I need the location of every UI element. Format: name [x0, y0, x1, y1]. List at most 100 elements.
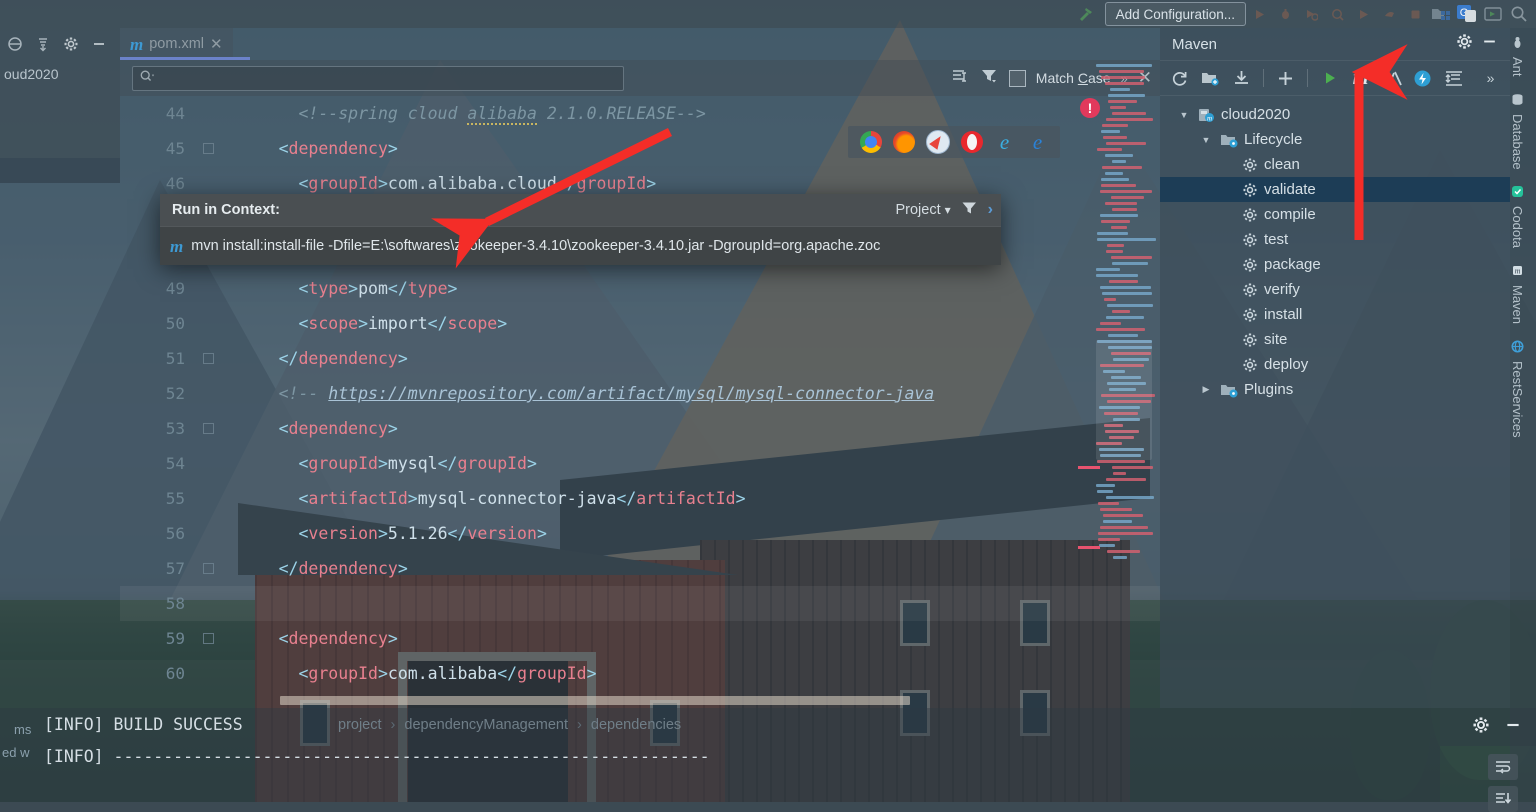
run-in-context-item[interactable]: m mvn install:install-file -Dfile=E:\sof…	[160, 226, 1001, 265]
expand-select-icon[interactable]	[30, 32, 56, 56]
tool-window-tab-ant[interactable]: Ant	[1510, 28, 1525, 85]
maven-tree-item-deploy[interactable]: deploy	[1160, 352, 1510, 377]
minimap-code-bar	[1112, 466, 1154, 469]
maven-tree-item-label: install	[1264, 306, 1303, 323]
minimap-code-bar	[1103, 136, 1128, 139]
fold-marker-icon[interactable]	[202, 143, 214, 154]
maven-tree-item-compile[interactable]: compile	[1160, 202, 1510, 227]
minimap-code-bar	[1100, 286, 1151, 289]
minimize-icon[interactable]	[86, 32, 112, 56]
maven-tree-item-install[interactable]: install	[1160, 302, 1510, 327]
download-sources-icon[interactable]	[1228, 65, 1255, 91]
code-editor[interactable]: 44 <!--spring cloud alibaba 2.1.0.RELEAS…	[120, 96, 1160, 696]
run-icon[interactable]	[1316, 65, 1343, 91]
profile-icon[interactable]	[1324, 3, 1350, 25]
run-console-output[interactable]: [INFO] BUILD SUCCESS [INFO] ------------…	[0, 708, 1440, 802]
filter-icon[interactable]	[961, 200, 978, 221]
execute-maven-goal-icon[interactable]: m	[1347, 65, 1374, 91]
minimap-code-bar	[1101, 76, 1146, 79]
minimize-icon[interactable]	[1481, 33, 1504, 55]
code-url-link[interactable]: https://mvnrepository.com/artifact/mysql…	[328, 384, 934, 403]
generate-sources-icon[interactable]	[1197, 65, 1224, 91]
gear-icon[interactable]	[58, 32, 84, 56]
expand-all-icon[interactable]	[1440, 65, 1467, 91]
maven-tree-item-validate[interactable]: validate	[1160, 177, 1510, 202]
run-with-coverage-icon[interactable]	[1298, 3, 1324, 25]
add-configuration-button[interactable]: Add Configuration...	[1104, 2, 1246, 26]
tool-window-tab-codota[interactable]: Codota	[1510, 177, 1525, 256]
stop-icon[interactable]	[1402, 3, 1428, 25]
attach-icon[interactable]	[1376, 3, 1402, 25]
maven-tree-item-plugins[interactable]: ▶ Plugins	[1160, 377, 1510, 402]
soft-wrap-icon[interactable]	[1488, 754, 1518, 780]
editor-horizontal-scrollbar[interactable]	[280, 696, 910, 705]
chevron-right-icon[interactable]: ›	[988, 201, 993, 219]
match-case-checkbox[interactable]	[1008, 69, 1026, 87]
maven-tree-item-lifecycle[interactable]: ▼ Lifecycle	[1160, 127, 1510, 152]
scope-selector[interactable]: Project ▾	[895, 202, 950, 218]
internet-explorer-icon[interactable]: e	[994, 131, 1016, 153]
tool-window-tab-maven[interactable]: m Maven	[1510, 256, 1525, 332]
fold-column[interactable]	[197, 143, 219, 154]
reimport-icon[interactable]	[1166, 65, 1193, 91]
add-maven-project-icon[interactable]	[1272, 65, 1299, 91]
collapse-all-icon[interactable]	[2, 32, 28, 56]
fold-marker-icon[interactable]	[202, 353, 214, 364]
run-in-context-popup: Run in Context: Project ▾ › m mvn instal…	[160, 194, 1001, 265]
toggle-skip-tests-icon[interactable]	[1378, 65, 1405, 91]
fold-column[interactable]	[197, 423, 219, 434]
chevron-right-icon[interactable]: ▶	[1198, 384, 1214, 395]
lifecycle-folder-icon	[1220, 132, 1238, 148]
fold-marker-icon[interactable]	[202, 633, 214, 644]
maven-tree-item-package[interactable]: package	[1160, 252, 1510, 277]
fold-column[interactable]	[197, 563, 219, 574]
minimap-error-marker[interactable]	[1078, 546, 1100, 549]
filter-icon[interactable]	[980, 67, 999, 89]
chrome-icon[interactable]	[859, 131, 882, 153]
fold-column[interactable]	[197, 353, 219, 364]
edge-icon[interactable]: e	[1027, 131, 1049, 153]
gear-icon[interactable]	[1456, 33, 1473, 55]
maven-tree-item-clean[interactable]: clean	[1160, 152, 1510, 177]
chevron-down-icon[interactable]: ▼	[1176, 110, 1192, 120]
minimap-error-marker[interactable]	[1078, 466, 1100, 469]
fold-column[interactable]	[197, 633, 219, 644]
search-everywhere-icon[interactable]: G	[1454, 3, 1480, 25]
opera-icon[interactable]	[960, 131, 983, 153]
more-chevrons-icon[interactable]: »	[1477, 65, 1504, 91]
minimize-icon[interactable]	[1504, 716, 1522, 739]
close-tab-icon[interactable]: ✕	[210, 35, 223, 53]
debug-icon[interactable]	[1272, 3, 1298, 25]
magnifier-icon[interactable]	[1506, 3, 1532, 25]
maven-tree-item-site[interactable]: site	[1160, 327, 1510, 352]
run-anything-icon[interactable]	[1350, 3, 1376, 25]
scroll-to-end-icon[interactable]	[1488, 786, 1518, 812]
fold-marker-icon[interactable]	[202, 563, 214, 574]
filter-lines-icon[interactable]	[951, 67, 970, 89]
run-dashboard-icon[interactable]	[1480, 3, 1506, 25]
build-hammer-icon[interactable]	[1073, 3, 1099, 25]
maven-projects-tree[interactable]: ▼ m cloud2020 ▼ Lifecycle clean validate compil…	[1160, 96, 1510, 402]
minimap-code-bar	[1108, 334, 1138, 337]
search-input[interactable]	[132, 65, 624, 91]
minimap-viewport-thumb[interactable]	[1096, 340, 1152, 460]
code-minimap[interactable]	[1096, 60, 1160, 670]
run-icon[interactable]	[1246, 3, 1272, 25]
offline-mode-icon[interactable]	[1409, 65, 1436, 91]
firefox-icon[interactable]	[892, 131, 915, 153]
maven-tree-item-verify[interactable]: verify	[1160, 277, 1510, 302]
project-structure-icon[interactable]	[1428, 3, 1454, 25]
fold-marker-icon[interactable]	[202, 423, 214, 434]
tool-window-tab-database[interactable]: Database	[1510, 85, 1525, 178]
gear-icon[interactable]	[1472, 716, 1490, 739]
code-line: 51 </dependency>	[120, 341, 1160, 376]
chevron-down-icon[interactable]: ▼	[1198, 135, 1214, 145]
maven-tree-item-cloud2020[interactable]: ▼ m cloud2020	[1160, 102, 1510, 127]
tool-window-tab-restservices[interactable]: RestServices	[1510, 332, 1525, 446]
svg-text:m: m	[1515, 267, 1521, 276]
editor-tab-pom-xml[interactable]: m pom.xml ✕	[120, 28, 250, 60]
safari-icon[interactable]	[925, 130, 950, 154]
error-count-badge[interactable]: !	[1080, 98, 1100, 118]
maven-tree-item-test[interactable]: test	[1160, 227, 1510, 252]
minimap-code-bar	[1108, 94, 1146, 97]
